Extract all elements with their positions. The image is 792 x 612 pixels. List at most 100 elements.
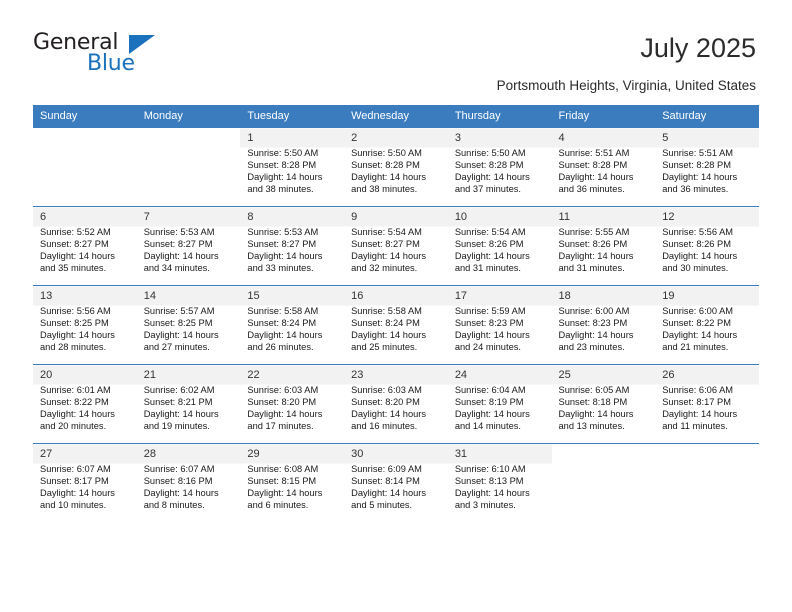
sunset-text: Sunset: 8:28 PM xyxy=(454,160,524,171)
calendar-day-cell[interactable]: 22 Sunrise: 6:03 AM Sunset: 8:20 PM Dayligh… xyxy=(240,364,345,444)
day-number: 18 xyxy=(558,290,571,302)
daylight-text: and 36 minutes. xyxy=(558,184,625,195)
calendar-day-cell[interactable]: 2 Sunrise: 5:50 AM Sunset: 8:28 PM Daylight… xyxy=(344,127,448,207)
daylight-text: Daylight: 14 hours xyxy=(40,251,115,262)
daylight-text: Daylight: 14 hours xyxy=(143,409,219,420)
sunrise-text: Sunrise: 5:50 AM xyxy=(351,148,422,158)
calendar-day-cell[interactable]: 16 Sunrise: 5:58 AM Sunset: 8:24 PM Dayligh… xyxy=(344,285,448,365)
daylight-text: and 28 minutes. xyxy=(40,342,107,353)
day-number: 15 xyxy=(247,290,260,302)
day-cell-content: 24 Sunrise: 6:04 AM Sunset: 8:19 PM Dayligh… xyxy=(448,365,552,443)
weekday-wednesday: Wednesday xyxy=(344,105,448,128)
calendar-day-cell[interactable]: 3 Sunrise: 5:50 AM Sunset: 8:28 PM Daylight… xyxy=(447,127,552,207)
calendar-day-cell[interactable]: 18 Sunrise: 6:00 AM Sunset: 8:23 PM Dayligh… xyxy=(551,285,656,365)
calendar-day-cell[interactable]: 12 Sunrise: 5:56 AM Sunset: 8:26 PM Dayligh… xyxy=(655,206,759,286)
calendar-day-cell[interactable]: 17 Sunrise: 5:59 AM Sunset: 8:23 PM Dayligh… xyxy=(447,285,552,365)
sunrise-text: Sunrise: 5:51 AM xyxy=(662,148,734,158)
daylight-text: Daylight: 14 hours xyxy=(662,172,738,183)
day-sun-info: Sunrise: 6:01 AM Sunset: 8:22 PM Daylight:… xyxy=(40,384,131,432)
day-number: 31 xyxy=(454,448,468,460)
day-sun-info: Sunrise: 6:06 AM Sunset: 8:17 PM Daylight:… xyxy=(662,384,753,432)
sunrise-text: Sunrise: 5:53 AM xyxy=(247,227,319,237)
calendar-week-row: 27 Sunrise: 6:07 AM Sunset: 8:17 PM Dayligh… xyxy=(33,443,759,522)
brand-logo[interactable]: General Blue xyxy=(33,30,203,82)
sunset-text: Sunset: 8:21 PM xyxy=(143,397,213,408)
calendar-day-cell[interactable]: 1 Sunrise: 5:50 AM Sunset: 8:28 PM Daylight… xyxy=(240,127,345,207)
sunset-text: Sunset: 8:28 PM xyxy=(247,160,317,171)
sunset-text: Sunset: 8:14 PM xyxy=(351,476,420,487)
calendar-day-cell[interactable]: 28 Sunrise: 6:07 AM Sunset: 8:16 PM Dayligh… xyxy=(136,443,241,522)
calendar-day-cell[interactable]: 24 Sunrise: 6:04 AM Sunset: 8:19 PM Dayligh… xyxy=(447,364,552,444)
calendar-day-cell[interactable]: 29 Sunrise: 6:08 AM Sunset: 8:15 PM Dayligh… xyxy=(240,443,345,522)
calendar-day-cell[interactable]: 30 Sunrise: 6:09 AM Sunset: 8:14 PM Dayligh… xyxy=(344,443,448,522)
day-sun-info: Sunrise: 6:08 AM Sunset: 8:15 PM Daylight:… xyxy=(247,463,338,511)
calendar-day-cell[interactable]: 19 Sunrise: 6:00 AM Sunset: 8:22 PM Dayligh… xyxy=(655,285,759,365)
day-cell-content: 18 Sunrise: 6:00 AM Sunset: 8:23 PM Dayligh… xyxy=(552,286,656,364)
day-cell-content: 6 Sunrise: 5:52 AM Sunset: 8:27 PM Daylight… xyxy=(33,207,137,285)
weekday-monday: Monday xyxy=(136,105,241,128)
calendar-day-cell[interactable]: 5 Sunrise: 5:51 AM Sunset: 8:28 PM Daylight… xyxy=(655,127,759,207)
day-sun-info: Sunrise: 5:54 AM Sunset: 8:27 PM Daylight:… xyxy=(351,226,442,274)
day-cell-content: 12 Sunrise: 5:56 AM Sunset: 8:26 PM Dayligh… xyxy=(655,207,759,285)
weekday-sunday: Sunday xyxy=(33,105,137,128)
calendar-day-cell[interactable]: 23 Sunrise: 6:03 AM Sunset: 8:20 PM Dayligh… xyxy=(344,364,448,444)
daylight-text: Daylight: 14 hours xyxy=(247,488,323,499)
calendar-day-cell[interactable]: 11 Sunrise: 5:55 AM Sunset: 8:26 PM Dayligh… xyxy=(551,206,656,286)
daylight-text: and 31 minutes. xyxy=(558,263,625,274)
calendar-day-cell[interactable]: 20 Sunrise: 6:01 AM Sunset: 8:22 PM Dayligh… xyxy=(33,364,137,444)
day-sun-info: Sunrise: 6:00 AM Sunset: 8:22 PM Daylight:… xyxy=(662,305,753,353)
day-number: 25 xyxy=(558,369,571,381)
day-sun-info: Sunrise: 5:56 AM Sunset: 8:26 PM Daylight:… xyxy=(662,226,753,274)
sunrise-text: Sunrise: 5:50 AM xyxy=(247,148,319,158)
day-sun-info: Sunrise: 5:58 AM Sunset: 8:24 PM Daylight:… xyxy=(351,305,442,353)
calendar-day-cell[interactable]: 27 Sunrise: 6:07 AM Sunset: 8:17 PM Dayligh… xyxy=(33,443,137,522)
daylight-text: and 23 minutes. xyxy=(558,342,625,353)
calendar-day-cell[interactable]: 25 Sunrise: 6:05 AM Sunset: 8:18 PM Dayligh… xyxy=(551,364,656,444)
daylight-text: Daylight: 14 hours xyxy=(662,409,738,420)
calendar-table: Sunday Monday Tuesday Wednesday Thursday… xyxy=(33,105,759,522)
day-cell-content: 10 Sunrise: 5:54 AM Sunset: 8:26 PM Dayligh… xyxy=(448,207,552,285)
calendar-day-cell[interactable]: 8 Sunrise: 5:53 AM Sunset: 8:27 PM Daylight… xyxy=(240,206,345,286)
calendar-day-cell[interactable]: 4 Sunrise: 5:51 AM Sunset: 8:28 PM Daylight… xyxy=(551,127,656,207)
sunrise-text: Sunrise: 6:10 AM xyxy=(454,464,526,474)
sunset-text: Sunset: 8:28 PM xyxy=(558,160,628,171)
calendar-day-cell[interactable]: 26 Sunrise: 6:06 AM Sunset: 8:17 PM Dayligh… xyxy=(655,364,759,444)
sunset-text: Sunset: 8:19 PM xyxy=(454,397,524,408)
calendar-page: General Blue July 2025 Portsmouth Height… xyxy=(0,0,792,612)
sunset-text: Sunset: 8:22 PM xyxy=(40,397,109,408)
daylight-text: Daylight: 14 hours xyxy=(247,251,323,262)
day-number: 5 xyxy=(662,132,669,144)
calendar-day-cell[interactable]: 14 Sunrise: 5:57 AM Sunset: 8:25 PM Dayligh… xyxy=(136,285,241,365)
calendar-day-cell[interactable]: 15 Sunrise: 5:58 AM Sunset: 8:24 PM Dayligh… xyxy=(240,285,345,365)
daylight-text: Daylight: 14 hours xyxy=(662,330,738,341)
day-number: 17 xyxy=(454,290,468,302)
calendar-day-cell[interactable]: 31 Sunrise: 6:10 AM Sunset: 8:13 PM Dayligh… xyxy=(447,443,552,522)
daylight-text: Daylight: 14 hours xyxy=(454,251,530,262)
sunrise-text: Sunrise: 5:54 AM xyxy=(351,227,422,237)
calendar-day-cell[interactable]: 21 Sunrise: 6:02 AM Sunset: 8:21 PM Dayligh… xyxy=(136,364,241,444)
calendar-day-cell[interactable]: 6 Sunrise: 5:52 AM Sunset: 8:27 PM Daylight… xyxy=(33,206,137,286)
calendar-day-cell[interactable]: 9 Sunrise: 5:54 AM Sunset: 8:27 PM Daylight… xyxy=(344,206,448,286)
day-sun-info: Sunrise: 6:10 AM Sunset: 8:13 PM Daylight:… xyxy=(455,463,546,511)
calendar-day-cell[interactable]: 10 Sunrise: 5:54 AM Sunset: 8:26 PM Dayligh… xyxy=(447,206,552,286)
daylight-text: Daylight: 14 hours xyxy=(558,409,634,420)
day-number: 8 xyxy=(247,211,254,223)
day-cell-content: 30 Sunrise: 6:09 AM Sunset: 8:14 PM Dayligh… xyxy=(344,444,448,522)
sunrise-text: Sunrise: 6:01 AM xyxy=(40,385,111,395)
calendar-day-cell[interactable]: 7 Sunrise: 5:53 AM Sunset: 8:27 PM Daylight… xyxy=(136,206,241,286)
day-cell-content: 15 Sunrise: 5:58 AM Sunset: 8:24 PM Dayligh… xyxy=(240,286,344,364)
day-sun-info: Sunrise: 5:58 AM Sunset: 8:24 PM Daylight:… xyxy=(247,305,338,353)
day-number: 29 xyxy=(247,448,260,460)
day-sun-info: Sunrise: 5:50 AM Sunset: 8:28 PM Daylight:… xyxy=(351,147,442,195)
daylight-text: Daylight: 14 hours xyxy=(351,409,427,420)
daylight-text: Daylight: 14 hours xyxy=(247,409,323,420)
weekday-friday: Friday xyxy=(551,105,656,128)
sunrise-text: Sunrise: 5:58 AM xyxy=(351,306,422,316)
calendar-cell-empty xyxy=(33,127,137,207)
weekday-tuesday: Tuesday xyxy=(240,105,345,128)
calendar-week-row: 1 Sunrise: 5:50 AM Sunset: 8:28 PM Daylight… xyxy=(33,127,759,207)
daylight-text: and 19 minutes. xyxy=(143,421,210,432)
daylight-text: and 37 minutes. xyxy=(454,184,521,195)
calendar-day-cell[interactable]: 13 Sunrise: 5:56 AM Sunset: 8:25 PM Dayligh… xyxy=(33,285,137,365)
day-sun-info: Sunrise: 5:51 AM Sunset: 8:28 PM Daylight:… xyxy=(559,147,650,195)
